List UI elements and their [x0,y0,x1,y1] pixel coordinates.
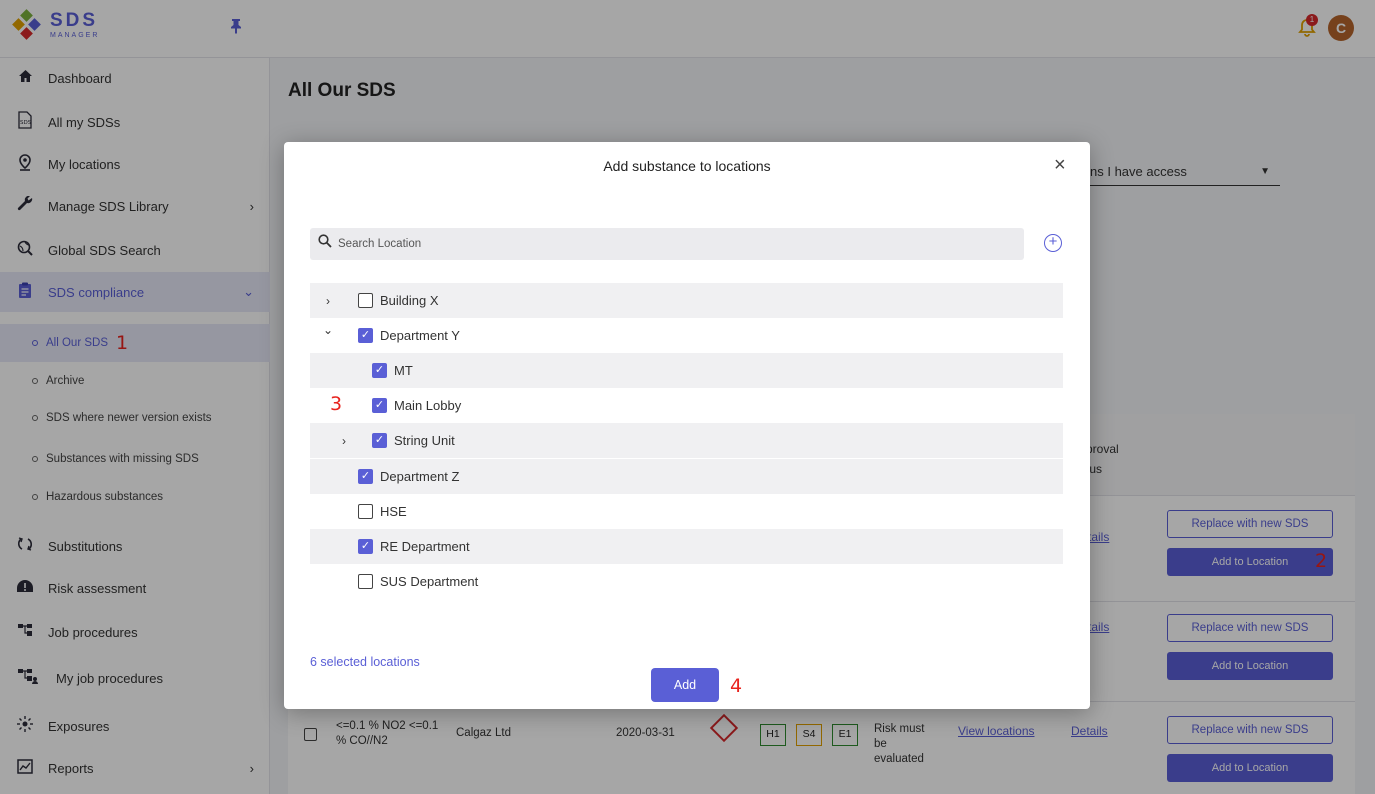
location-checkbox[interactable] [358,504,373,519]
location-checkbox[interactable] [358,574,373,589]
dialog-title: Add substance to locations [603,158,771,174]
close-icon[interactable]: × [1054,154,1066,177]
location-checkbox-checked[interactable]: ✓ [358,469,373,484]
tree-row-sus-department[interactable]: SUS Department [310,564,1063,599]
add-button[interactable]: Add [651,668,719,702]
location-checkbox-checked[interactable]: ✓ [372,398,387,413]
tree-row-main-lobby[interactable]: 3 ✓ Main Lobby [310,388,1063,423]
annotation-4: 4 [730,675,743,697]
location-label: MT [394,363,413,378]
location-label: HSE [380,504,407,519]
expand-chevron-icon[interactable]: › [338,434,350,448]
collapse-chevron-icon[interactable]: ⌄ [322,323,334,337]
location-label: String Unit [394,433,455,448]
tree-row-building-x[interactable]: › Building X [310,283,1063,318]
location-label: Department Z [380,469,460,484]
tree-row-department-y[interactable]: ⌄ ✓ Department Y [310,318,1063,353]
search-icon [318,234,332,248]
location-checkbox-checked[interactable]: ✓ [358,328,373,343]
search-location-input[interactable] [338,228,1018,260]
location-search [310,228,1024,260]
annotation-3: 3 [330,393,343,415]
tree-row-re-department[interactable]: ✓ RE Department [310,529,1063,564]
plus-circle-icon[interactable]: + [1044,234,1062,252]
selected-locations-count: 6 selected locations [310,655,420,669]
location-label: SUS Department [380,574,479,589]
location-label: Department Y [380,328,460,343]
tree-row-mt[interactable]: ✓ MT [310,353,1063,388]
add-substance-to-locations-dialog: Add substance to locations × + › Buildin… [284,142,1090,709]
expand-chevron-icon[interactable]: › [322,294,334,308]
location-checkbox[interactable] [358,293,373,308]
location-checkbox-checked[interactable]: ✓ [372,363,387,378]
location-label: RE Department [380,539,470,554]
location-checkbox-checked[interactable]: ✓ [372,433,387,448]
location-checkbox-checked[interactable]: ✓ [358,539,373,554]
location-label: Building X [380,293,439,308]
tree-row-hse[interactable]: HSE [310,494,1063,529]
tree-row-string-unit[interactable]: › ✓ String Unit [310,423,1063,458]
tree-row-department-z[interactable]: ✓ Department Z [310,459,1063,494]
location-label: Main Lobby [394,398,462,413]
